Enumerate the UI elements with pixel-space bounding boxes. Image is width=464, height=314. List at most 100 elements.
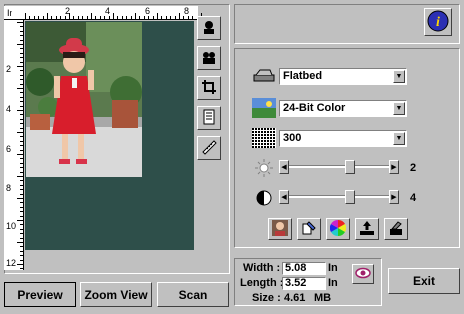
width-field[interactable]: 5.08 bbox=[282, 262, 326, 275]
ruler-tick bbox=[17, 66, 23, 67]
exit-button[interactable]: Exit bbox=[388, 268, 460, 294]
sharpen-button[interactable] bbox=[297, 218, 321, 240]
ruler-label: 4 bbox=[105, 6, 111, 16]
chevron-left-icon[interactable]: ◀ bbox=[279, 160, 289, 174]
ruler-tick bbox=[17, 264, 23, 265]
ruler-tick bbox=[17, 44, 23, 45]
ruler-label: 4 bbox=[6, 104, 12, 114]
ruler-tick bbox=[33, 16, 35, 19]
eye-button[interactable] bbox=[352, 264, 374, 284]
left-ruler: 2 4 6 8 10 12 bbox=[4, 20, 24, 270]
ruler-tick bbox=[64, 16, 66, 19]
resolution-value: 300 bbox=[283, 132, 302, 144]
zoom-view-button[interactable]: Zoom View bbox=[80, 282, 152, 307]
chevron-down-icon[interactable]: ▼ bbox=[393, 132, 405, 145]
chevron-left-icon[interactable]: ◀ bbox=[279, 190, 289, 204]
crop-tool-button[interactable] bbox=[197, 76, 221, 100]
ruler-tick bbox=[170, 16, 172, 19]
brightness-value: 2 bbox=[410, 162, 417, 174]
ruler-tick bbox=[20, 189, 23, 191]
ruler-tool-button[interactable] bbox=[197, 136, 221, 160]
ruler-tick bbox=[20, 74, 23, 76]
ruler-tick bbox=[108, 16, 110, 19]
ruler-tick bbox=[38, 16, 40, 19]
ruler-tick bbox=[20, 96, 23, 98]
preview-image[interactable] bbox=[26, 22, 142, 177]
ruler-tick bbox=[130, 16, 132, 19]
brightness-slider[interactable]: ◀ ▶ bbox=[279, 160, 399, 174]
length-unit: In bbox=[328, 277, 338, 289]
color-balance-button[interactable] bbox=[326, 218, 350, 240]
ruler-tick bbox=[95, 16, 97, 19]
ruler-tick bbox=[91, 13, 92, 19]
ruler-tick bbox=[187, 16, 189, 19]
document-tool-button[interactable] bbox=[197, 106, 221, 130]
ruler-tick bbox=[20, 180, 23, 182]
slider-track[interactable] bbox=[289, 195, 389, 198]
ruler-tick bbox=[17, 22, 23, 23]
ruler-tick bbox=[20, 215, 23, 217]
ruler-label: 8 bbox=[184, 6, 190, 16]
ruler-tick bbox=[20, 61, 23, 63]
ruler-tick bbox=[60, 16, 62, 19]
scan-button[interactable]: Scan bbox=[157, 282, 229, 307]
ruler-tick bbox=[20, 206, 23, 208]
upload-icon bbox=[359, 220, 375, 239]
resolution-select[interactable]: 300 ▼ bbox=[279, 130, 407, 147]
contrast-value: 4 bbox=[410, 192, 417, 204]
chevron-down-icon[interactable]: ▼ bbox=[393, 70, 405, 83]
ruler-label: 12 bbox=[6, 258, 17, 268]
ruler-tick bbox=[20, 145, 23, 147]
chevron-right-icon[interactable]: ▶ bbox=[389, 160, 399, 174]
ruler-tick bbox=[20, 39, 23, 41]
contrast-slider[interactable]: ◀ ▶ bbox=[279, 190, 399, 204]
ruler-tick bbox=[183, 16, 185, 19]
length-label: Length : bbox=[240, 277, 284, 289]
ruler-label: 6 bbox=[145, 6, 151, 16]
source-value: Flatbed bbox=[283, 70, 323, 82]
color-wheel-icon bbox=[329, 219, 347, 239]
chevron-down-icon[interactable]: ▼ bbox=[393, 102, 405, 115]
ruler-tick bbox=[20, 101, 23, 103]
ruler-tick bbox=[179, 13, 180, 19]
color-mode-select[interactable]: 24-Bit Color ▼ bbox=[279, 100, 407, 117]
ruler-tick bbox=[20, 30, 23, 32]
mirror-tool-button[interactable] bbox=[197, 46, 221, 70]
source-select[interactable]: Flatbed ▼ bbox=[279, 68, 407, 85]
brush-icon bbox=[388, 220, 404, 239]
portrait-icon bbox=[272, 219, 288, 239]
descreen-button[interactable] bbox=[384, 218, 408, 240]
ruler-tick bbox=[47, 13, 48, 19]
slider-track[interactable] bbox=[289, 165, 389, 168]
info-icon: i bbox=[427, 10, 449, 35]
ruler-tick bbox=[20, 114, 23, 116]
portrait-button[interactable] bbox=[268, 218, 292, 240]
slider-thumb[interactable] bbox=[344, 190, 355, 204]
ruler-tick bbox=[20, 184, 23, 186]
ruler-tick bbox=[20, 79, 23, 81]
ruler-tick bbox=[20, 149, 23, 151]
ruler-tick bbox=[77, 16, 79, 19]
ruler-tick bbox=[148, 16, 150, 19]
ruler-tick bbox=[20, 48, 23, 50]
document-icon bbox=[201, 109, 217, 128]
slider-thumb[interactable] bbox=[344, 160, 355, 174]
ruler-tick bbox=[17, 176, 23, 177]
ruler-label: 10 bbox=[6, 221, 17, 231]
ruler-tick bbox=[20, 250, 23, 252]
ruler-tick bbox=[20, 162, 23, 164]
ruler-tick bbox=[25, 13, 26, 19]
length-field[interactable]: 3.52 bbox=[282, 277, 326, 290]
preview-button[interactable]: Preview bbox=[4, 282, 76, 307]
sharpen-icon bbox=[301, 220, 317, 239]
ruler-tick bbox=[104, 16, 106, 19]
ruler-tick bbox=[20, 123, 23, 125]
ruler-tick bbox=[17, 198, 23, 199]
ruler-tick bbox=[20, 233, 23, 235]
auto-level-button[interactable] bbox=[355, 218, 379, 240]
chevron-right-icon[interactable]: ▶ bbox=[389, 190, 399, 204]
face-tool-button[interactable] bbox=[197, 16, 221, 40]
width-label: Width : bbox=[243, 262, 281, 274]
info-button[interactable]: i bbox=[424, 8, 452, 36]
ruler-tick bbox=[113, 13, 114, 19]
